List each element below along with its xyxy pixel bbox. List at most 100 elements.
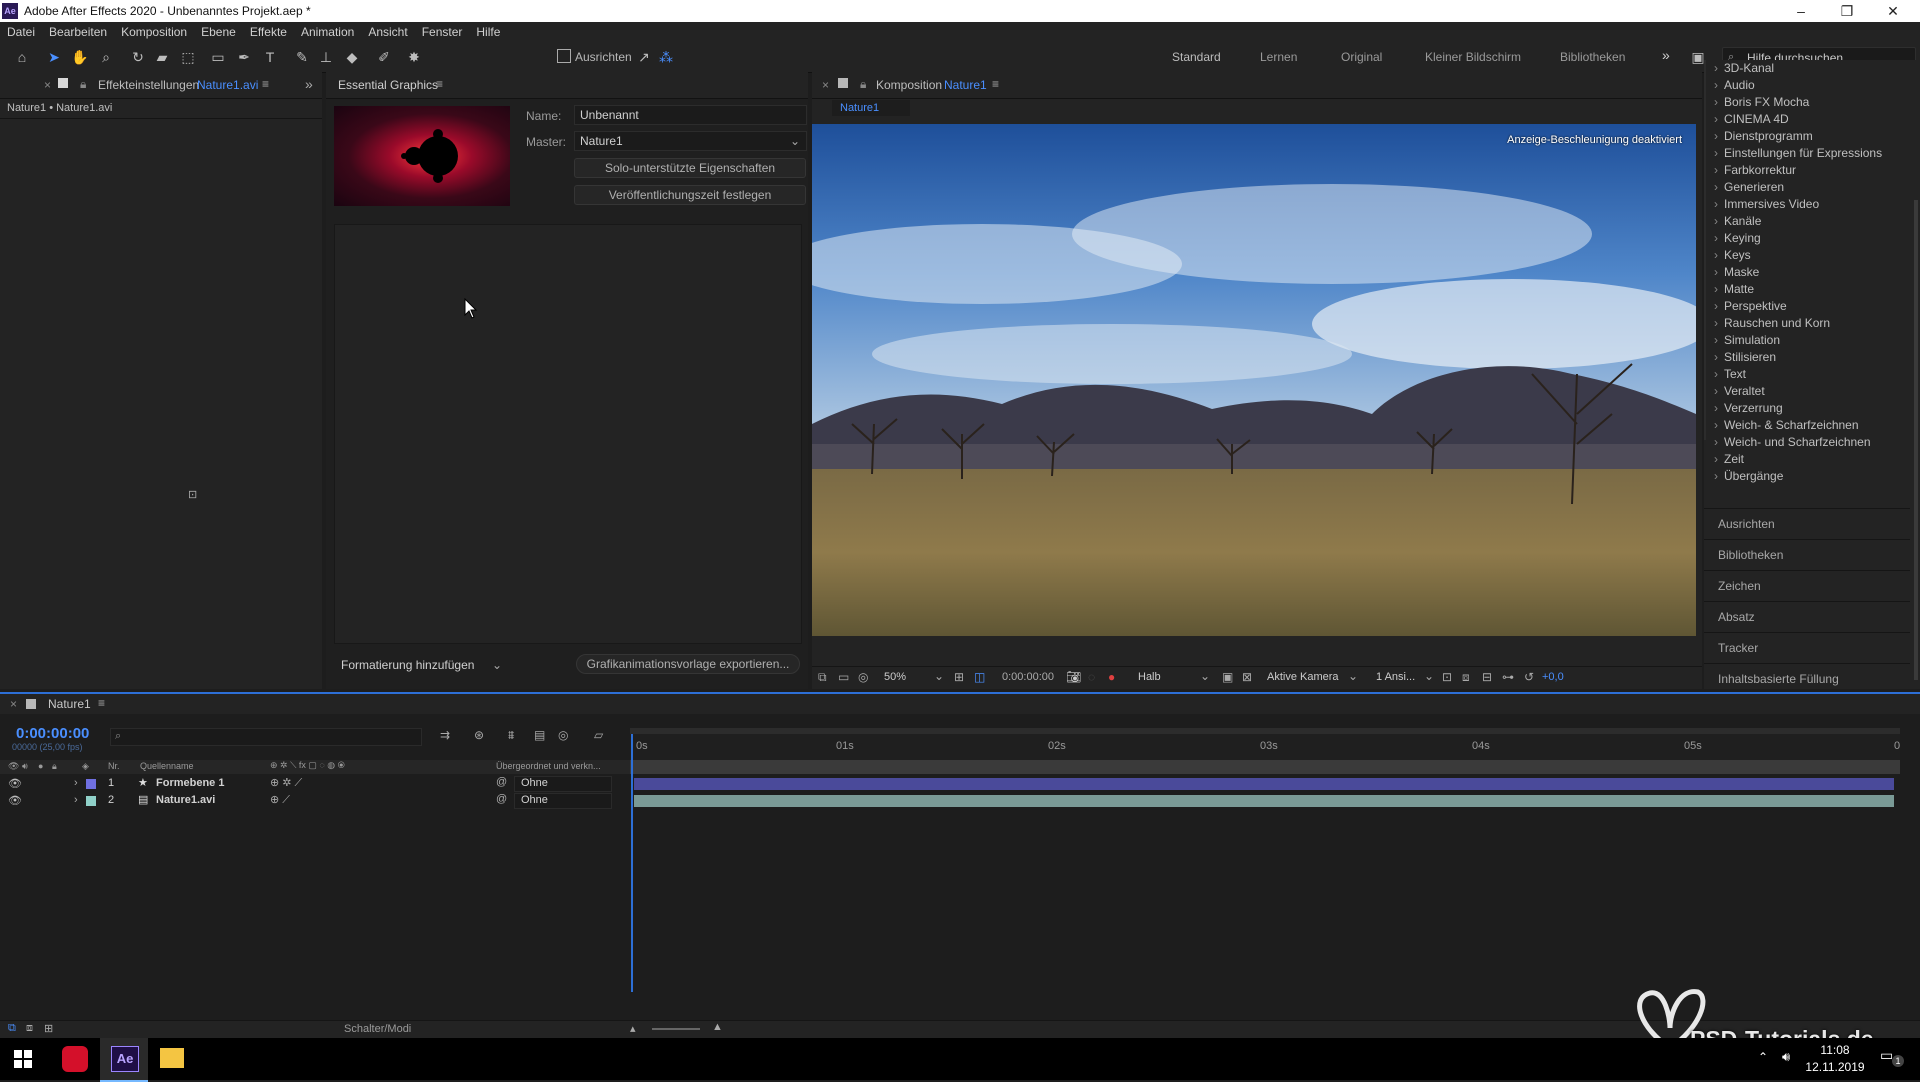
reset-exposure-icon[interactable]: ↺ bbox=[1524, 670, 1534, 684]
right-scrollbar[interactable] bbox=[1914, 200, 1918, 680]
effect-category-farbkorrektur[interactable]: Farbkorrektur bbox=[1704, 162, 1910, 179]
minimize-button[interactable]: – bbox=[1778, 0, 1824, 22]
composition-mini-flowchart-icon[interactable]: ⇉ bbox=[440, 728, 450, 742]
home-icon[interactable]: ⌂ bbox=[12, 48, 32, 66]
menu-datei[interactable]: Datei bbox=[0, 22, 42, 42]
roto-brush-tool-icon[interactable]: ✐ bbox=[374, 48, 394, 66]
parent-select[interactable]: Ohne bbox=[514, 793, 612, 809]
panel-bibliotheken[interactable]: Bibliotheken bbox=[1704, 539, 1910, 570]
layer-bar-2[interactable] bbox=[634, 795, 1894, 807]
composition-viewer[interactable]: Anzeige-Beschleunigung deaktiviert bbox=[812, 124, 1696, 636]
layer-bar-1[interactable] bbox=[634, 778, 1894, 790]
more-workspaces-icon[interactable]: » bbox=[1662, 47, 1670, 63]
camera-select[interactable]: Aktive Kamera bbox=[1267, 671, 1339, 683]
menu-bearbeiten[interactable]: Bearbeiten bbox=[42, 22, 114, 42]
effect-category-generieren[interactable]: Generieren bbox=[1704, 179, 1910, 196]
layer-label-color[interactable] bbox=[86, 779, 96, 789]
master-select[interactable]: Nature1 ⌄ bbox=[574, 131, 807, 151]
panel-absatz[interactable]: Absatz bbox=[1704, 601, 1910, 632]
effect-category-matte[interactable]: Matte bbox=[1704, 281, 1910, 298]
composition-tab-prefix[interactable]: Komposition bbox=[876, 78, 942, 92]
visibility-column-icon[interactable]: 👁︎ bbox=[8, 761, 19, 772]
switches-modes-toggle[interactable]: Schalter/Modi bbox=[344, 1023, 411, 1035]
solo-properties-button[interactable]: Solo-unterstützte Eigenschaften bbox=[574, 158, 806, 178]
expand-icon[interactable]: ⊞ bbox=[44, 1022, 53, 1035]
lock-icon[interactable]: 🔒︎ bbox=[860, 77, 866, 92]
layer-switch-icons[interactable]: ⊕ ✲ ⟋ bbox=[270, 776, 302, 790]
rotate-tool-icon[interactable]: ↻ bbox=[128, 48, 148, 66]
essential-graphics-tab-label[interactable]: Essential Graphics bbox=[338, 78, 438, 92]
shy-layers-icon[interactable]: ⩩ bbox=[508, 728, 514, 743]
menu-effekte[interactable]: Effekte bbox=[243, 22, 294, 42]
region-of-interest-icon[interactable]: ◫ bbox=[974, 670, 985, 684]
frame-blending-icon[interactable]: ▤ bbox=[534, 728, 545, 742]
lock-column-icon[interactable]: 🔒︎ bbox=[52, 761, 57, 772]
new-folder-icon[interactable]: ⊡ bbox=[188, 488, 197, 501]
expand-layer-icon[interactable]: › bbox=[74, 794, 78, 806]
show-snapshot-icon[interactable]: ◌ bbox=[1088, 670, 1095, 684]
effect-category-uebergaenge[interactable]: Übergänge bbox=[1704, 468, 1910, 485]
solo-column-icon[interactable]: ● bbox=[38, 761, 43, 771]
effect-category-zeit[interactable]: Zeit bbox=[1704, 451, 1910, 468]
effect-category-weich-scharf-2[interactable]: Weich- und Scharfzeichnen bbox=[1704, 434, 1910, 451]
effect-category-simulation[interactable]: Simulation bbox=[1704, 332, 1910, 349]
effect-category-immersives-video[interactable]: Immersives Video bbox=[1704, 196, 1910, 213]
zoom-tool-icon[interactable]: ⌕ bbox=[96, 48, 116, 66]
close-button[interactable]: ✕ bbox=[1870, 0, 1916, 22]
layer-switch-icons[interactable]: ⊕ ⟋ bbox=[270, 793, 290, 807]
monitor-icon[interactable]: ▭ bbox=[838, 670, 849, 684]
panel-zeichen[interactable]: Zeichen bbox=[1704, 570, 1910, 601]
viewer-timecode[interactable]: 0:00:00:00 bbox=[1002, 671, 1054, 683]
views-select[interactable]: 1 Ansi... bbox=[1376, 671, 1415, 683]
hand-tool-icon[interactable]: ✋ bbox=[70, 48, 90, 66]
add-formatting-dropdown[interactable]: Formatierung hinzufügen ⌄ bbox=[336, 656, 506, 674]
column-parent[interactable]: Übergeordnet und verkn... bbox=[496, 761, 601, 771]
fit-icon[interactable]: ⊞ bbox=[954, 670, 964, 684]
panel-menu-icon[interactable]: ≡ bbox=[98, 696, 105, 710]
properties-drop-area[interactable] bbox=[334, 224, 802, 644]
export-motion-graphics-template-button[interactable]: Grafikanimationsvorlage exportieren... bbox=[576, 654, 800, 674]
workspace-original[interactable]: Original bbox=[1341, 50, 1382, 64]
volume-icon[interactable]: 🔊︎ bbox=[1782, 1049, 1790, 1065]
workspace-kleiner-bildschirm[interactable]: Kleiner Bildschirm bbox=[1425, 50, 1521, 64]
flowchart-icon[interactable]: ⊶ bbox=[1502, 670, 1514, 684]
snap-options-icon[interactable]: ⁂ bbox=[656, 48, 676, 66]
effect-category-cinema-4d[interactable]: CINEMA 4D bbox=[1704, 111, 1910, 128]
type-tool-icon[interactable]: T bbox=[260, 48, 280, 66]
layer-row-2[interactable]: 👁︎ › 2 ▤ Nature1.avi ⊕ ⟋ @ Ohne bbox=[0, 793, 630, 810]
menu-hilfe[interactable]: Hilfe bbox=[469, 22, 507, 42]
action-center-icon[interactable]: ▭ 1 bbox=[1880, 1047, 1904, 1067]
layer-name[interactable]: Nature1.avi bbox=[156, 794, 215, 806]
workspace-standard[interactable]: Standard bbox=[1172, 50, 1221, 64]
expand-layer-icon[interactable]: › bbox=[74, 777, 78, 789]
effect-category-perspektive[interactable]: Perspektive bbox=[1704, 298, 1910, 315]
timeline-timecode[interactable]: 0:00:00:00 bbox=[16, 725, 89, 742]
exposure-value[interactable]: +0,0 bbox=[1542, 671, 1564, 683]
menu-animation[interactable]: Animation bbox=[294, 22, 361, 42]
menu-fenster[interactable]: Fenster bbox=[415, 22, 470, 42]
effect-category-rauschen-und-korn[interactable]: Rauschen und Korn bbox=[1704, 315, 1910, 332]
eraser-tool-icon[interactable]: ◆ bbox=[342, 48, 362, 66]
clock-date[interactable]: 12.11.2019 bbox=[1805, 1060, 1865, 1074]
effect-category-text[interactable]: Text bbox=[1704, 366, 1910, 383]
parent-select[interactable]: Ohne bbox=[514, 776, 612, 792]
taskbar-after-effects[interactable]: Ae bbox=[100, 1038, 148, 1082]
pickwhip-icon[interactable]: @ bbox=[496, 793, 507, 805]
menu-ansicht[interactable]: Ansicht bbox=[361, 22, 414, 42]
audio-column-icon[interactable]: 🔊︎ bbox=[22, 761, 28, 772]
motion-blur-icon[interactable]: ◎ bbox=[558, 728, 568, 742]
effect-category-veraltet[interactable]: Veraltet bbox=[1704, 383, 1910, 400]
restore-button[interactable]: ❐ bbox=[1824, 0, 1870, 22]
transparency-grid-icon[interactable]: ▣ bbox=[1222, 670, 1233, 684]
effect-category-dienstprogramm[interactable]: Dienstprogramm bbox=[1704, 128, 1910, 145]
layer-label-color[interactable] bbox=[86, 796, 96, 806]
visibility-eye-icon[interactable]: 👁︎ bbox=[8, 777, 22, 790]
puppet-tool-icon[interactable]: ✸ bbox=[404, 48, 424, 66]
panel-menu-icon[interactable]: ≡ bbox=[436, 77, 443, 91]
pan-behind-tool-icon[interactable]: ⬚ bbox=[178, 48, 198, 66]
selection-tool-icon[interactable]: ➤ bbox=[44, 48, 64, 66]
composition-tab-name[interactable]: Nature1 bbox=[944, 78, 987, 92]
set-poster-time-button[interactable]: Veröffentlichungszeit festlegen bbox=[574, 185, 806, 205]
camera-tool-icon[interactable]: ▰ bbox=[152, 48, 172, 66]
close-tab-icon[interactable]: × bbox=[822, 78, 829, 92]
